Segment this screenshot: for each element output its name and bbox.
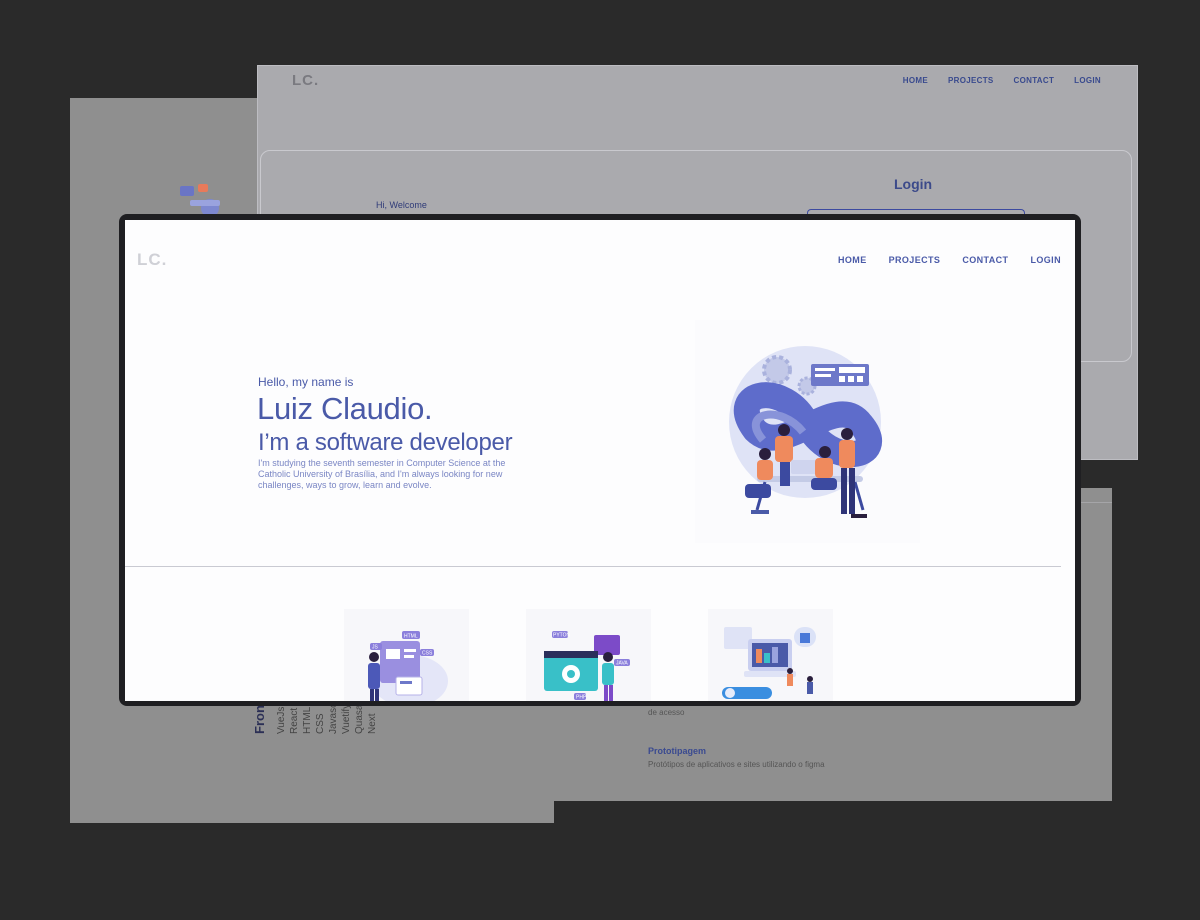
- bg-logo: LC.: [292, 72, 320, 89]
- top-nav: HOME PROJECTS CONTACT LOGIN: [838, 255, 1061, 265]
- partial-description: de acesso: [648, 708, 685, 717]
- nav-contact[interactable]: CONTACT: [962, 255, 1008, 265]
- bg-nav: HOME PROJECTS CONTACT LOGIN: [903, 76, 1101, 85]
- hero-illustration: [695, 320, 920, 543]
- bg-welcome-text: Hi, Welcome: [376, 200, 427, 210]
- nav-projects[interactable]: PROJECTS: [889, 255, 941, 265]
- tile-label-python: PYTON: [553, 633, 571, 639]
- hero-name: Luiz Claudio.: [257, 391, 433, 426]
- tile-label-js: JS: [372, 645, 379, 651]
- tile-label-php: PHP: [576, 695, 587, 701]
- hero-role: I’m a software developer: [258, 429, 513, 456]
- bg-nav-projects: PROJECTS: [948, 76, 994, 85]
- section-divider: [125, 566, 1061, 567]
- prototype-title: Prototipagem: [648, 746, 707, 756]
- portfolio-home-page: LC. HOME PROJECTS CONTACT LOGIN Hello, m…: [125, 220, 1075, 701]
- backend-illustration: PYTON JAVA PHP: [526, 609, 651, 701]
- bg-nav-home: HOME: [902, 76, 928, 85]
- tile-label-css: CSS: [422, 651, 433, 657]
- frontend-illustration: HTML CSS JS: [344, 609, 469, 701]
- prototype-description: Protótipos de aplicativos e sites utiliz…: [648, 760, 825, 769]
- bg-nav-login: LOGIN: [1074, 76, 1101, 85]
- site-logo[interactable]: LC.: [137, 250, 167, 270]
- hero-greeting: Hello, my name is: [258, 375, 354, 389]
- nav-login[interactable]: LOGIN: [1030, 255, 1061, 265]
- bg-login-title: Login: [894, 176, 933, 192]
- cloud-devops-illustration: [708, 609, 833, 701]
- nav-home[interactable]: HOME: [838, 255, 867, 265]
- hero-description: I'm studying the seventh semester in Com…: [258, 458, 506, 490]
- tile-label-java: JAVA: [616, 661, 628, 667]
- bg-nav-contact: CONTACT: [1013, 76, 1055, 85]
- tile-label-html: HTML: [404, 634, 418, 640]
